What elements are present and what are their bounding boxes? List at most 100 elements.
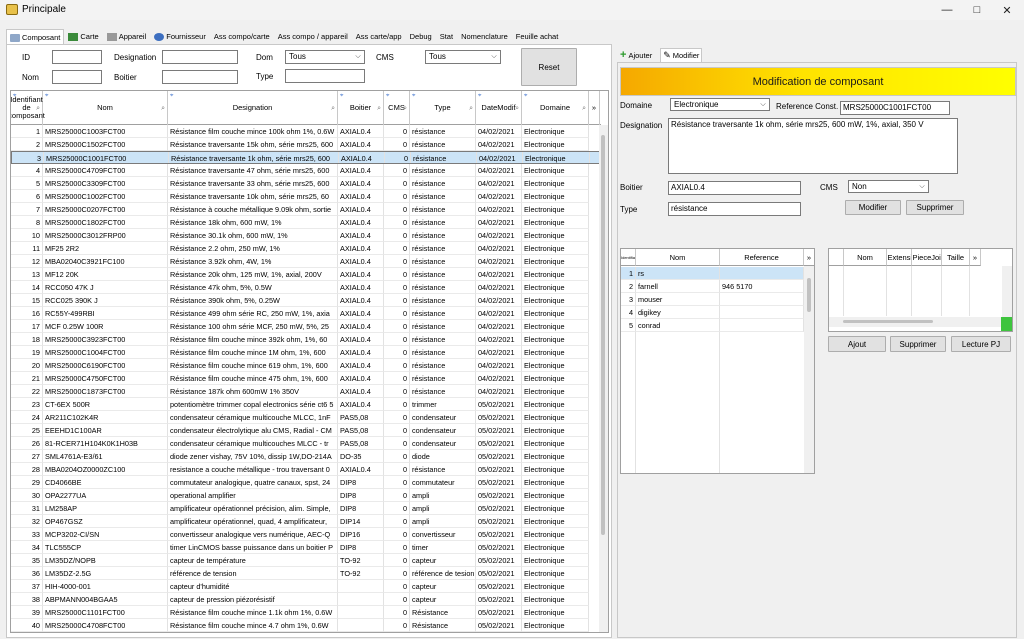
column-header[interactable]: DateModif ⌖ ⌕ — [476, 91, 522, 125]
column-header[interactable]: CMS ⌖ ⌕ — [384, 91, 410, 125]
table-row[interactable]: 26 81-RCER71H104K0K1H03B condensateur céra… — [11, 437, 601, 450]
tab-ajouter[interactable]: + Ajouter — [618, 48, 654, 62]
search-icon[interactable]: ⌕ — [515, 105, 519, 113]
table-row[interactable]: 36 LM35DZ-2.5G référence de tension TO-92 0 r… — [11, 567, 601, 580]
table-row[interactable]: 37 HIH-4000-001 capteur d'humidité 0 capteur… — [11, 580, 601, 593]
attachment-vertical-scrollbar[interactable] — [1002, 266, 1012, 317]
table-row[interactable]: 1 MRS25000C1003FCT00 Résistance film couch… — [11, 125, 601, 138]
table-row[interactable]: 11 MF25 2R2 Résistance 2.2 ohm, 250 mW, 1%… — [11, 242, 601, 255]
tab-stat[interactable]: Stat — [436, 29, 457, 44]
column-header[interactable] — [829, 249, 844, 266]
table-row[interactable]: 10 MRS25000C3012FRP00 Résistance 30.1k ohm… — [11, 229, 601, 242]
dom-select[interactable]: Tous ⌵ — [285, 50, 365, 64]
table-row[interactable]: 18 MRS25000C3923FCT00 Résistance film couc… — [11, 333, 601, 346]
supplier-row[interactable]: 4 digikey — [621, 306, 804, 319]
supprimer-attachment-button[interactable]: Supprimer — [890, 336, 946, 352]
search-icon[interactable]: ⌕ — [36, 105, 40, 113]
column-header[interactable]: Boitier ⌖ ⌕ — [338, 91, 384, 125]
table-row[interactable]: 17 MCF 0.25W 100R Résistance 100 ohm série… — [11, 320, 601, 333]
column-header[interactable]: Identifiant de composant ⌖ ⌕ — [11, 91, 45, 125]
table-row[interactable]: 30 OPA2277UA operational amplifier DIP8 0 amp… — [11, 489, 601, 502]
tab-nomenclature[interactable]: Nomenclature — [457, 29, 512, 44]
column-header[interactable]: Domaine ⌖ ⌕ — [522, 91, 589, 125]
domaine-select[interactable]: Electronique ⌵ — [670, 98, 770, 111]
search-icon[interactable]: ⌕ — [582, 105, 586, 113]
column-header[interactable]: Designation ⌖ ⌕ — [168, 91, 338, 125]
search-icon[interactable]: ⌕ — [331, 105, 335, 113]
lecture-pj-button[interactable]: Lecture PJ — [951, 336, 1011, 352]
reset-button[interactable]: Reset — [521, 48, 577, 86]
table-row[interactable]: 39 MRS25000C1101FCT00 Résistance film couc… — [11, 606, 601, 619]
column-header[interactable]: Nom — [844, 249, 887, 266]
more-columns-icon[interactable]: » — [804, 249, 814, 266]
resize-grip[interactable] — [1001, 317, 1012, 331]
maximize-button[interactable]: □ — [962, 0, 992, 20]
column-header[interactable]: Nom — [636, 249, 720, 266]
attachment-grid[interactable]: Nom ExtensionPieceJointe Taille » — [828, 248, 1013, 332]
type-input[interactable]: résistance — [668, 202, 801, 216]
table-row[interactable]: 12 MBA02040C3921FC100 Résistance 3.92k ohm… — [11, 255, 601, 268]
minimize-button[interactable]: — — [932, 0, 962, 20]
more-columns-icon[interactable]: » — [970, 249, 981, 266]
column-header[interactable]: Type ⌖ ⌕ — [410, 91, 476, 125]
column-header[interactable]: Taille — [942, 249, 970, 266]
table-row[interactable]: 29 CD4066BE commutateur analogique, quatre… — [11, 476, 601, 489]
designation-filter-input[interactable] — [162, 50, 238, 64]
close-button[interactable]: ✕ — [992, 0, 1022, 20]
table-row[interactable]: 7 MRS25000C0207FCT00 Résistance à couche m… — [11, 203, 601, 216]
table-row[interactable]: 22 MRS25000C1873FCT00 Résistance 187k ohm … — [11, 385, 601, 398]
table-row[interactable]: 40 MRS25000C4708FCT00 Résistance film couc… — [11, 619, 601, 632]
composant-grid[interactable]: Identifiant de composant ⌖ ⌕ Nom ⌖ ⌕ Designati… — [10, 90, 609, 633]
table-row[interactable]: 25 EEEHD1C100AR condensateur électrolytiqu… — [11, 424, 601, 437]
scrollbar-thumb[interactable] — [807, 278, 811, 312]
tab-fournisseur[interactable]: Fournisseur — [150, 29, 210, 44]
column-header[interactable]: Identifiant de — [621, 249, 636, 266]
tab-carte[interactable]: Carte — [64, 29, 102, 44]
supplier-row[interactable]: 2 farnell 946 5170 — [621, 280, 804, 293]
tab-debug[interactable]: Debug — [406, 29, 436, 44]
table-row[interactable]: 27 SML4761A-E3/61 diode zener vishay, 75V … — [11, 450, 601, 463]
boitier-filter-input[interactable] — [162, 70, 238, 84]
table-row[interactable]: 32 OP467GSZ amplificateur opérationnel, qu… — [11, 515, 601, 528]
cms-select[interactable]: Tous ⌵ — [425, 50, 501, 64]
id-filter-input[interactable] — [52, 50, 102, 64]
pin-icon[interactable]: ⌖ — [386, 92, 389, 100]
scrollbar-thumb[interactable] — [843, 320, 933, 323]
boitier-input[interactable]: AXIAL0.4 — [668, 181, 801, 195]
tab-ass-compo-carte[interactable]: Ass compo/carte — [210, 29, 274, 44]
table-row[interactable]: 19 MRS25000C1004FCT00 Résistance film couc… — [11, 346, 601, 359]
table-row[interactable]: 13 MF12 20K Résistance 20k ohm, 125 mW, 1%… — [11, 268, 601, 281]
column-header[interactable]: Extension — [887, 249, 912, 266]
table-row[interactable]: 31 LM258AP amplificateur opérationnel préc… — [11, 502, 601, 515]
supplier-row[interactable]: 5 conrad — [621, 319, 804, 332]
type-filter-input[interactable] — [285, 69, 365, 83]
search-icon[interactable]: ⌕ — [161, 105, 165, 113]
supprimer-button[interactable]: Supprimer — [906, 200, 964, 215]
table-row[interactable]: 35 LM35DZ/NOPB capteur de température TO-92… — [11, 554, 601, 567]
scrollbar-thumb[interactable] — [601, 135, 605, 535]
table-row[interactable]: 16 RC55Y-499RBI Résistance 499 ohm série R… — [11, 307, 601, 320]
pin-icon[interactable]: ⌖ — [45, 92, 48, 100]
column-header[interactable]: Nom ⌖ ⌕ — [43, 91, 168, 125]
column-header[interactable]: PieceJointe — [912, 249, 942, 266]
ajout-button[interactable]: Ajout — [828, 336, 886, 352]
nom-filter-input[interactable] — [52, 70, 102, 84]
tab-ass-compo-appareil[interactable]: Ass compo / appareil — [274, 29, 352, 44]
supplier-row[interactable]: 1 rs — [621, 267, 804, 280]
table-row[interactable]: 3 MRS25000C1001FCT00 Résistance traversant… — [11, 151, 601, 164]
table-row[interactable]: 24 AR211C102K4R condensateur céramique mul… — [11, 411, 601, 424]
modifier-button[interactable]: Modifier — [845, 200, 901, 215]
cms-edit-select[interactable]: Non ⌵ — [848, 180, 929, 193]
pin-icon[interactable]: ⌖ — [412, 92, 415, 100]
table-row[interactable]: 14 RCC050 47K J Résistance 47k ohm, 5%, 0.… — [11, 281, 601, 294]
table-row[interactable]: 2 MRS25000C1502FCT00 Résistance traversant… — [11, 138, 601, 151]
table-row[interactable]: 6 MRS25000C1002FCT00 Résistance traversant… — [11, 190, 601, 203]
search-icon[interactable]: ⌕ — [377, 105, 381, 113]
pin-icon[interactable]: ⌖ — [170, 92, 173, 100]
supplier-grid[interactable]: Identifiant deNomReference»1rs2farnell94… — [620, 248, 815, 474]
reference-input[interactable]: MRS25000C1001FCT00 — [840, 101, 950, 115]
table-row[interactable]: 23 CT-6EX 500R potentiomètre trimmer copal… — [11, 398, 601, 411]
tab-appareil[interactable]: Appareil — [103, 29, 151, 44]
supplier-row[interactable]: 3 mouser — [621, 293, 804, 306]
search-icon[interactable]: ⌕ — [469, 105, 473, 113]
